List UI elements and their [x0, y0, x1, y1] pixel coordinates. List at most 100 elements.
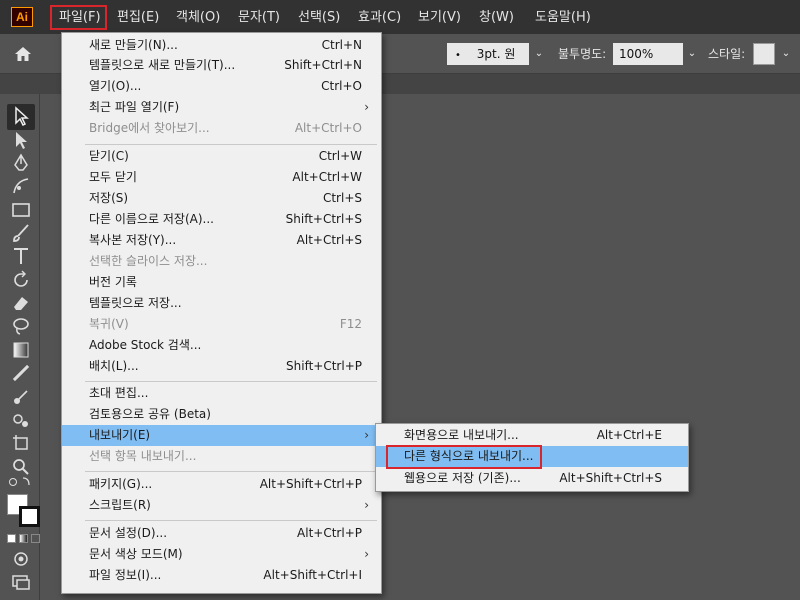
menu-view[interactable]: 보기(V): [418, 8, 461, 28]
color-mode-icon[interactable]: [7, 534, 16, 543]
menu-item-share-review[interactable]: 검토용으로 공유 (Beta): [62, 404, 381, 425]
menu-item-revert: 복귀(V) F12: [62, 314, 381, 335]
menu-item-new-from-template[interactable]: 템플릿으로 새로 만들기(T)... Shift+Ctrl+N: [62, 55, 381, 76]
brush-definition-field[interactable]: • 3pt. 원: [447, 43, 529, 65]
menu-item-new[interactable]: 새로 만들기(N)... Ctrl+N: [62, 35, 381, 56]
none-mode-icon[interactable]: [31, 534, 40, 543]
menu-item-export[interactable]: 내보내기(E) ›: [62, 425, 381, 446]
menu-edit[interactable]: 편집(E): [117, 8, 159, 28]
menu-window[interactable]: 창(W): [479, 8, 514, 28]
menu-item-shortcut: Ctrl+S: [322, 191, 362, 205]
menu-item-label: 선택한 슬라이스 저장...: [89, 254, 208, 268]
menu-item-label: Adobe Stock 검색...: [89, 338, 202, 352]
symbol-sprayer-tool-icon[interactable]: [11, 410, 31, 430]
submenu-arrow-icon: ›: [364, 498, 369, 512]
menu-item-shortcut: Alt+Ctrl+W: [292, 170, 362, 184]
type-tool-icon[interactable]: [11, 246, 31, 266]
menu-item-invite[interactable]: 초대 편집...: [62, 383, 381, 404]
menu-item-shortcut: Shift+Ctrl+P: [286, 359, 362, 373]
menu-item-label: 파일 정보(I)...: [89, 568, 162, 582]
menu-help[interactable]: 도움말(H): [535, 8, 591, 28]
menu-separator: [85, 144, 377, 145]
menu-item-label: 스크립트(R): [89, 498, 151, 512]
menu-item-document-color-mode[interactable]: 문서 색상 모드(M) ›: [62, 544, 381, 565]
screen-mode-icon[interactable]: [11, 572, 31, 592]
draw-mode-icon[interactable]: [11, 549, 31, 569]
rectangle-tool-icon[interactable]: [11, 200, 31, 220]
menu-item-version-history[interactable]: 버전 기록: [62, 272, 381, 293]
menu-item-shortcut: Ctrl+O: [321, 79, 362, 93]
submenu-item-export-for-screens[interactable]: 화면용으로 내보내기... Alt+Ctrl+E: [376, 425, 688, 446]
menu-item-label: 새로 만들기(N)...: [89, 38, 178, 52]
menu-item-label: 초대 편집...: [89, 386, 149, 400]
submenu-arrow-icon: ›: [364, 100, 369, 114]
blend-tool-icon[interactable]: [11, 387, 31, 407]
curvature-tool-icon[interactable]: [11, 176, 31, 196]
pen-tool-icon[interactable]: [11, 153, 31, 173]
menu-item-close[interactable]: 닫기(C) Ctrl+W: [62, 146, 381, 167]
menu-item-shortcut: Alt+Ctrl+O: [294, 121, 362, 135]
style-swatch[interactable]: [753, 43, 775, 65]
lasso-tool-icon[interactable]: [11, 316, 31, 336]
paintbrush-tool-icon[interactable]: [11, 223, 31, 243]
export-as-callout-highlight: [386, 445, 542, 469]
brush-dropdown-icon[interactable]: ⌄: [531, 43, 547, 65]
menu-item-save[interactable]: 저장(S) Ctrl+S: [62, 188, 381, 209]
menu-item-label: 다른 이름으로 저장(A)...: [89, 212, 214, 226]
zoom-tool-icon[interactable]: [11, 457, 31, 477]
menu-select[interactable]: 선택(S): [298, 8, 340, 28]
file-menu: 새로 만들기(N)... Ctrl+N 템플릿으로 새로 만들기(T)... Shi…: [61, 32, 382, 594]
direct-selection-tool-icon[interactable]: [11, 130, 31, 150]
home-icon[interactable]: [13, 44, 33, 64]
menu-item-package[interactable]: 패키지(G)... Alt+Shift+Ctrl+P: [62, 474, 381, 495]
submenu-item-save-for-web[interactable]: 웹용으로 저장 (기존)... Alt+Shift+Ctrl+S: [376, 468, 688, 489]
menu-item-shortcut: Alt+Shift+Ctrl+S: [559, 471, 662, 485]
selection-tool-icon[interactable]: [11, 106, 31, 126]
style-dropdown-icon[interactable]: ⌄: [778, 43, 794, 65]
menu-item-save-as[interactable]: 다른 이름으로 저장(A)... Shift+Ctrl+S: [62, 209, 381, 230]
menu-item-label: 배치(L)...: [89, 359, 139, 373]
menu-separator: [85, 471, 377, 472]
menu-type[interactable]: 문자(T): [238, 8, 280, 28]
gradient-mode-icon[interactable]: [19, 534, 28, 543]
opacity-label: 불투명도:: [558, 47, 607, 61]
menu-item-shortcut: Shift+Ctrl+N: [284, 58, 362, 72]
menu-item-close-all[interactable]: 모두 닫기 Alt+Ctrl+W: [62, 167, 381, 188]
menu-item-place[interactable]: 배치(L)... Shift+Ctrl+P: [62, 356, 381, 377]
menu-effect[interactable]: 효과(C): [358, 8, 401, 28]
gradient-tool-icon[interactable]: [11, 340, 31, 360]
menu-object[interactable]: 객체(O): [176, 8, 220, 28]
menu-item-shortcut: Alt+Shift+Ctrl+P: [259, 477, 362, 491]
menu-item-open[interactable]: 열기(O)... Ctrl+O: [62, 76, 381, 97]
menu-item-shortcut: Alt+Shift+Ctrl+I: [263, 568, 362, 582]
opacity-dropdown-icon[interactable]: ⌄: [684, 43, 700, 65]
menu-item-shortcut: Alt+Ctrl+P: [297, 526, 362, 540]
opacity-field[interactable]: 100%: [613, 43, 683, 65]
menu-item-label: 패키지(G)...: [89, 477, 153, 491]
eraser-tool-icon[interactable]: [11, 293, 31, 313]
menu-item-file-info[interactable]: 파일 정보(I)... Alt+Shift+Ctrl+I: [62, 565, 381, 586]
menu-item-label: 선택 항목 내보내기...: [89, 449, 197, 463]
stroke-swatch[interactable]: [19, 506, 40, 527]
menu-item-adobe-stock[interactable]: Adobe Stock 검색...: [62, 335, 381, 356]
menu-item-document-setup[interactable]: 문서 설정(D)... Alt+Ctrl+P: [62, 523, 381, 544]
menu-file[interactable]: 파일(F): [50, 5, 107, 30]
menu-item-shortcut: Ctrl+W: [318, 149, 362, 163]
rotate-tool-icon[interactable]: [11, 270, 31, 290]
menu-separator: [85, 381, 377, 382]
menu-item-save-slices: 선택한 슬라이스 저장...: [62, 251, 381, 272]
swap-colors-icon[interactable]: [7, 475, 35, 489]
menu-item-label: 내보내기(E): [89, 428, 151, 442]
menu-item-scripts[interactable]: 스크립트(R) ›: [62, 495, 381, 516]
menu-item-save-template[interactable]: 템플릿으로 저장...: [62, 293, 381, 314]
menu-item-save-copy[interactable]: 복사본 저장(Y)... Alt+Ctrl+S: [62, 230, 381, 251]
menu-item-label: 템플릿으로 새로 만들기(T)...: [89, 58, 236, 72]
menu-item-label: 화면용으로 내보내기...: [404, 428, 519, 442]
menu-item-export-selection: 선택 항목 내보내기...: [62, 446, 381, 467]
brush-definition-value: 3pt. 원: [476, 47, 516, 61]
brush-dot-icon: •: [455, 50, 461, 61]
artboard-tool-icon[interactable]: [11, 433, 31, 453]
eyedropper-tool-icon[interactable]: [11, 363, 31, 383]
menu-item-open-recent[interactable]: 최근 파일 열기(F) ›: [62, 97, 381, 118]
menu-item-bridge: Bridge에서 찾아보기... Alt+Ctrl+O: [62, 118, 381, 139]
